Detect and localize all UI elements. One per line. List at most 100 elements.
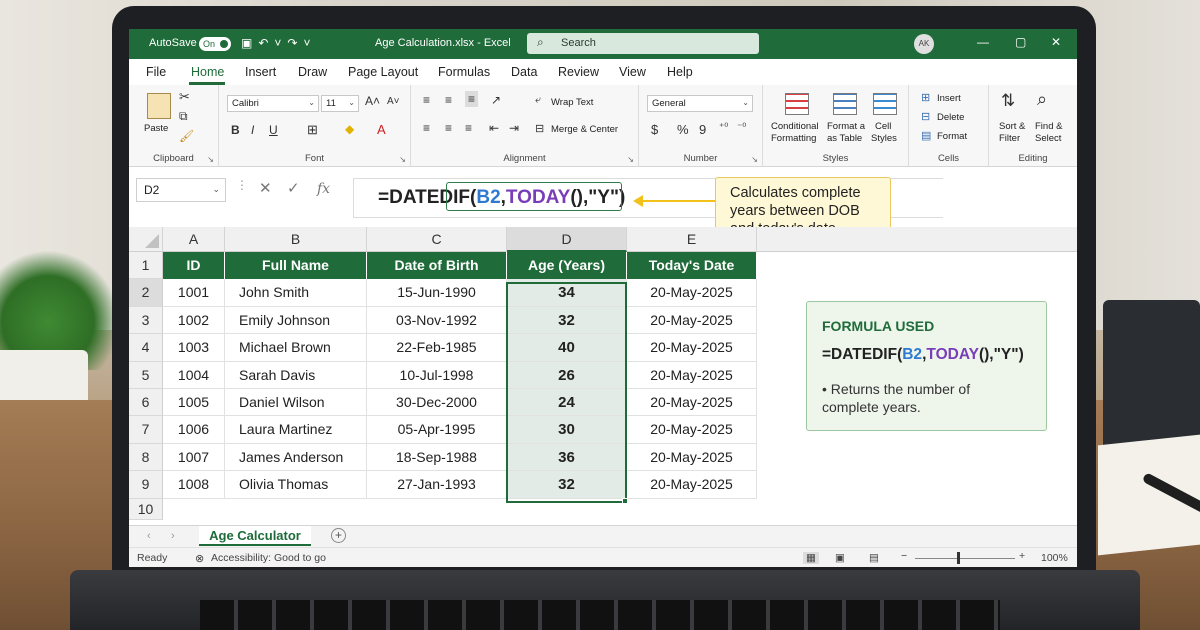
cell-age[interactable]: 32 [507, 306, 627, 335]
indent-icon[interactable]: ⇤ [489, 121, 499, 135]
minimize-icon[interactable]: — [977, 35, 989, 49]
tab-draw[interactable]: Draw [298, 65, 327, 79]
header-cell-today[interactable]: Today's Date [627, 252, 757, 280]
row-header-7[interactable]: 7 [129, 416, 163, 444]
delete-cells-button[interactable]: Delete [937, 112, 964, 123]
merge-icon[interactable]: ⊟ [535, 122, 544, 135]
close-icon[interactable]: ✕ [1051, 35, 1061, 49]
header-cell-name[interactable]: Full Name [225, 252, 367, 280]
font-launcher-icon[interactable]: ↘ [399, 155, 406, 164]
cell-name[interactable]: Michael Brown [225, 334, 367, 362]
increase-decimal-icon[interactable]: ⁺⁰ [719, 122, 728, 133]
increase-font-icon[interactable]: A˄ [365, 94, 380, 108]
cell-styles-label-2[interactable]: Styles [871, 133, 897, 144]
bold-icon[interactable]: B [231, 123, 240, 137]
decrease-decimal-icon[interactable]: ⁻⁰ [737, 122, 746, 133]
percent-icon[interactable]: % [677, 122, 689, 137]
fill-handle[interactable] [622, 498, 628, 504]
align-center-icon[interactable]: ≡ [445, 121, 452, 135]
cell-name[interactable]: Laura Martinez [225, 416, 367, 444]
cell-id[interactable]: 1003 [163, 334, 225, 362]
format-table-label-2[interactable]: as Table [827, 133, 862, 144]
row-header-6[interactable]: 6 [129, 389, 163, 417]
zoom-out-icon[interactable]: − [901, 550, 907, 562]
cut-icon[interactable]: ✂ [179, 89, 190, 105]
tab-help[interactable]: Help [667, 65, 693, 79]
column-header-d[interactable]: D [507, 227, 627, 252]
align-middle-icon[interactable]: ≡ [445, 93, 452, 107]
fill-color-icon[interactable]: ◆ [345, 122, 354, 136]
conditional-label-2[interactable]: Formatting [771, 133, 816, 144]
cell-dob[interactable]: 03-Nov-1992 [367, 306, 507, 335]
add-sheet-icon[interactable]: + [331, 528, 346, 543]
outdent-icon[interactable]: ⇥ [509, 121, 519, 135]
autosave-toggle[interactable]: On [199, 37, 231, 51]
cell-today[interactable]: 20-May-2025 [627, 279, 757, 307]
column-header-e[interactable]: E [627, 227, 757, 252]
next-sheet-icon[interactable]: › [171, 530, 175, 542]
font-size-dropdown[interactable]: 11 ⌄ [321, 95, 359, 112]
cell-today[interactable]: 20-May-2025 [627, 416, 757, 444]
cell-dob[interactable]: 05-Apr-1995 [367, 416, 507, 444]
cell-dob[interactable]: 22-Feb-1985 [367, 334, 507, 362]
cell-name[interactable]: John Smith [225, 279, 367, 307]
header-cell-id[interactable]: ID [163, 252, 225, 280]
zoom-level[interactable]: 100% [1041, 552, 1068, 564]
find-select-icon[interactable]: ⌕ [1037, 89, 1047, 110]
align-left-icon[interactable]: ≡ [423, 121, 430, 135]
format-cells-button[interactable]: Format [937, 131, 967, 142]
number-launcher-icon[interactable]: ↘ [751, 155, 758, 164]
wrap-text-button[interactable]: Wrap Text [551, 97, 593, 108]
header-cell-age[interactable]: Age (Years) [507, 252, 627, 280]
underline-icon[interactable]: U [269, 123, 278, 137]
cell-name[interactable]: Emily Johnson [225, 306, 367, 335]
wrap-text-icon[interactable]: ⤶ [535, 94, 541, 107]
italic-icon[interactable]: I [251, 123, 254, 137]
cell-age[interactable]: 26 [507, 361, 627, 389]
orientation-icon[interactable]: ↗ [491, 93, 501, 107]
row-header-1[interactable]: 1 [129, 252, 163, 280]
cell-name[interactable]: Daniel Wilson [225, 389, 367, 417]
format-painter-icon[interactable]: 🖌 [179, 129, 194, 143]
copy-icon[interactable]: ⧉ [179, 109, 188, 124]
page-break-view-icon[interactable]: ▤ [869, 552, 879, 564]
cell-age[interactable]: 34 [507, 279, 627, 307]
cell-id[interactable]: 1001 [163, 279, 225, 307]
format-as-table-icon[interactable] [833, 93, 857, 115]
align-top-icon[interactable]: ≡ [423, 93, 430, 107]
cell-styles-icon[interactable] [873, 93, 897, 115]
cell-today[interactable]: 20-May-2025 [627, 361, 757, 389]
column-header-c[interactable]: C [367, 227, 507, 252]
sort-label-2[interactable]: Filter [999, 133, 1020, 144]
cell-today[interactable]: 20-May-2025 [627, 471, 757, 499]
accessibility-status[interactable]: Accessibility: Good to go [211, 552, 326, 564]
name-box[interactable]: D2 ⌄ [136, 178, 226, 202]
sort-filter-icon[interactable]: ⇅ [1001, 91, 1015, 111]
cell-age[interactable]: 30 [507, 416, 627, 444]
row-header-4[interactable]: 4 [129, 334, 163, 362]
clipboard-launcher-icon[interactable]: ↘ [207, 155, 214, 164]
avatar[interactable]: AK [914, 34, 934, 54]
cell-id[interactable]: 1002 [163, 306, 225, 335]
quick-access-icons[interactable]: ▣↶˅↷˅ [241, 36, 316, 50]
cell-id[interactable]: 1006 [163, 416, 225, 444]
column-header-b[interactable]: B [225, 227, 367, 252]
tab-formulas[interactable]: Formulas [438, 65, 490, 79]
accessibility-icon[interactable]: ⊗ [195, 552, 204, 565]
conditional-label-1[interactable]: Conditional [771, 121, 819, 132]
currency-icon[interactable]: $ [651, 122, 658, 137]
cell-dob[interactable]: 15-Jun-1990 [367, 279, 507, 307]
cell-name[interactable]: Sarah Davis [225, 361, 367, 389]
sort-label-1[interactable]: Sort & [999, 121, 1025, 132]
cell-age[interactable]: 40 [507, 334, 627, 362]
cell-name[interactable]: James Anderson [225, 443, 367, 472]
enter-icon[interactable]: ✓ [287, 179, 300, 197]
tab-page-layout[interactable]: Page Layout [348, 65, 418, 79]
header-cell-dob[interactable]: Date of Birth [367, 252, 507, 280]
normal-view-icon[interactable]: ▦ [803, 552, 819, 564]
zoom-in-icon[interactable]: + [1019, 550, 1025, 562]
cell-id[interactable]: 1005 [163, 389, 225, 417]
merge-center-button[interactable]: Merge & Center [551, 124, 618, 135]
cell-dob[interactable]: 10-Jul-1998 [367, 361, 507, 389]
row-header-3[interactable]: 3 [129, 306, 163, 335]
